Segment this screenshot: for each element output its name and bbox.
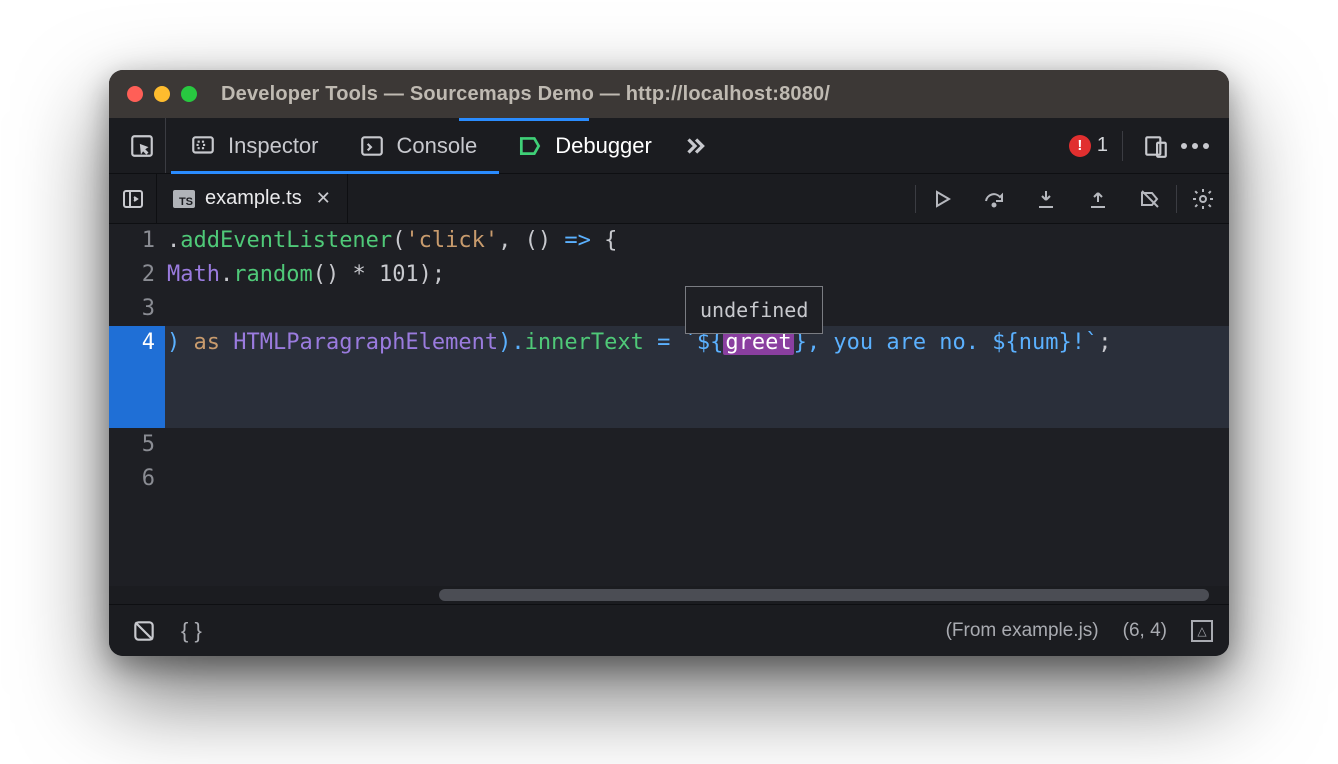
blackbox-icon[interactable] [125, 618, 163, 644]
error-badge-icon: ! [1069, 135, 1091, 157]
tab-overflow-button[interactable] [672, 118, 718, 173]
file-tab-example[interactable]: TS example.ts ✕ [157, 174, 348, 223]
code-line-6 [165, 462, 1229, 496]
window-controls [127, 86, 197, 102]
step-in-button[interactable] [1020, 174, 1072, 223]
breakpoint-line-number[interactable]: 4 [109, 326, 165, 428]
source-from-label: (From example.js) [946, 620, 1099, 642]
line-number[interactable]: 6 [109, 462, 165, 496]
horizontal-scrollbar[interactable] [109, 586, 1229, 604]
active-top-indicator [459, 118, 589, 121]
pretty-print-button[interactable]: { } [181, 618, 202, 644]
step-out-button[interactable] [1072, 174, 1124, 223]
status-bar: { } (From example.js) (6, 4) [109, 604, 1229, 656]
divider [1122, 131, 1123, 161]
tab-console-label: Console [397, 133, 478, 159]
file-row: TS example.ts ✕ [109, 174, 1229, 224]
error-count[interactable]: ! 1 [1069, 134, 1108, 157]
tab-console[interactable]: Console [339, 118, 498, 173]
more-menu-button[interactable] [1175, 143, 1215, 149]
close-window-button[interactable] [127, 86, 143, 102]
code-line-4-paused: ) as HTMLParagraphElement).innerText = `… [165, 326, 1229, 428]
element-picker-button[interactable] [123, 118, 166, 173]
tab-debugger-label: Debugger [555, 133, 652, 159]
sourcemap-icon[interactable] [1191, 620, 1213, 642]
minimize-window-button[interactable] [154, 86, 170, 102]
maximize-window-button[interactable] [181, 86, 197, 102]
code-editor[interactable]: 1 .addEventListener('click', () => { 2 M… [109, 224, 1229, 604]
file-name: example.ts [205, 187, 302, 210]
cursor-position: (6, 4) [1123, 620, 1167, 642]
devtools-window: Developer Tools — Sourcemaps Demo — http… [109, 70, 1229, 656]
window-title: Developer Tools — Sourcemaps Demo — http… [221, 83, 830, 106]
code-line-5 [165, 428, 1229, 462]
debugger-settings-button[interactable] [1177, 174, 1229, 223]
tab-debugger[interactable]: Debugger [497, 118, 672, 173]
responsive-mode-button[interactable] [1137, 133, 1175, 159]
line-number[interactable]: 5 [109, 428, 165, 462]
error-count-value: 1 [1097, 134, 1108, 157]
close-tab-button[interactable]: ✕ [316, 188, 331, 209]
debugger-controls [915, 174, 1229, 223]
tool-tabs: Inspector Console Debugger ! 1 [109, 118, 1229, 174]
value-tooltip: undefined [685, 286, 823, 334]
line-number[interactable]: 1 [109, 224, 165, 258]
step-over-button[interactable] [968, 174, 1020, 223]
tab-underline [171, 171, 499, 174]
sources-panel-toggle[interactable] [109, 174, 157, 223]
deactivate-breakpoints-button[interactable] [1124, 174, 1176, 223]
typescript-icon: TS [173, 190, 195, 208]
tab-inspector[interactable]: Inspector [170, 118, 339, 173]
tab-inspector-label: Inspector [228, 133, 319, 159]
code-line-1: .addEventListener('click', () => { [165, 224, 1229, 258]
titlebar: Developer Tools — Sourcemaps Demo — http… [109, 70, 1229, 118]
line-number[interactable]: 2 [109, 258, 165, 292]
scrollbar-thumb[interactable] [439, 589, 1209, 601]
line-number[interactable]: 3 [109, 292, 165, 326]
resume-button[interactable] [916, 174, 968, 223]
